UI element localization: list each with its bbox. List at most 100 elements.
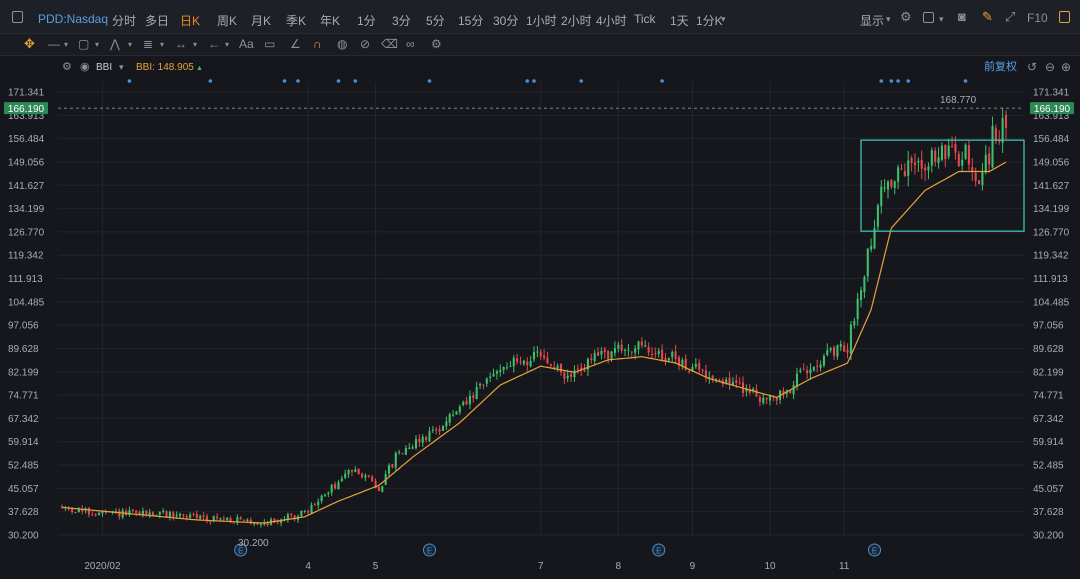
candle-down — [843, 345, 846, 352]
candle-up — [866, 248, 869, 277]
period-tab-monthly[interactable]: 月K — [251, 12, 271, 29]
pencil-icon[interactable]: ✎ — [982, 10, 993, 24]
chevron-down-icon[interactable]: ▾ — [721, 12, 726, 26]
arrow-tool-icon[interactable]: ← — [208, 37, 220, 51]
chevron-down-icon[interactable]: ▾ — [160, 38, 164, 52]
y-tick-label-right: 89.628 — [1033, 344, 1064, 355]
y-tick-label-left: 97.056 — [8, 321, 39, 332]
display-menu[interactable]: 显示 — [860, 12, 884, 29]
period-tab-15min[interactable]: 15分 — [458, 12, 483, 29]
candle-down — [630, 351, 633, 353]
period-tab-quarterly[interactable]: 季K — [286, 12, 306, 29]
candle-up — [455, 411, 458, 415]
period-tab-1minK[interactable]: 1分K — [696, 12, 723, 29]
period-tab-yearly[interactable]: 年K — [320, 12, 340, 29]
sidebar-toggle-icon[interactable] — [12, 11, 23, 23]
candle-up — [644, 345, 647, 347]
indicator-name[interactable]: BBI — [96, 62, 112, 73]
chevron-down-icon[interactable]: ▾ — [95, 38, 99, 52]
line-tool-icon[interactable]: — — [48, 37, 60, 51]
candle-up — [694, 364, 697, 367]
magnet-icon[interactable]: ∩ — [313, 37, 322, 51]
price-chart-area[interactable]: 171.341 171.341 163.913 163.913 156.484 156.4… — [0, 56, 1080, 579]
move-cross-icon[interactable]: ✥ — [24, 37, 35, 51]
period-tab-30min[interactable]: 30分 — [493, 12, 518, 29]
chevron-down-icon[interactable]: ▾ — [128, 38, 132, 52]
period-tab-weekly[interactable]: 周K — [217, 12, 237, 29]
period-tab-timeshare[interactable]: 分时 — [112, 12, 136, 29]
dividend-dot — [532, 79, 536, 83]
candle-down — [688, 370, 691, 372]
undo-icon[interactable]: ↺ — [1027, 60, 1037, 74]
pattern-tool-icon[interactable]: ⋀ — [110, 37, 120, 51]
hide-icon[interactable]: ⊘ — [360, 37, 370, 51]
panel-toggle-icon[interactable] — [1059, 11, 1070, 23]
candle-up — [303, 510, 306, 512]
candle-down — [165, 511, 168, 517]
drawing-settings-icon[interactable]: ⚙ — [431, 37, 442, 51]
candle-up — [74, 512, 77, 514]
period-tab-3min[interactable]: 3分 — [392, 12, 411, 29]
period-tab-1min[interactable]: 1分 — [357, 12, 376, 29]
candle-down — [266, 523, 269, 526]
period-tab-4hour[interactable]: 4小时 — [596, 12, 627, 29]
candle-up — [853, 320, 856, 326]
camera-icon[interactable]: ◙ — [958, 10, 966, 24]
chevron-down-icon[interactable]: ▾ — [64, 38, 68, 52]
period-tab-1hour[interactable]: 1小时 — [526, 12, 557, 29]
price-tag-left: 166.190 — [8, 104, 45, 115]
adjust-mode-button[interactable]: 前复权 — [984, 59, 1017, 73]
candle-down — [438, 429, 441, 432]
candle-down — [570, 374, 573, 377]
candle-up — [445, 421, 448, 427]
dividend-dot — [889, 79, 894, 83]
y-tick-label-right: 156.484 — [1033, 134, 1070, 145]
candle-up — [812, 366, 815, 371]
x-tick-label: 7 — [538, 561, 544, 572]
zoom-out-icon[interactable]: ⊖ — [1045, 60, 1055, 74]
layers-icon[interactable]: ◍ — [337, 37, 347, 51]
symbol-selector[interactable]: PDD:Nasdaq — [38, 12, 108, 26]
period-tab-1day[interactable]: 1天 — [670, 12, 689, 29]
dividend-dot — [208, 79, 213, 83]
chevron-down-icon[interactable]: ▾ — [225, 38, 229, 52]
chevron-down-icon[interactable]: ▾ — [939, 12, 944, 26]
chevron-down-icon[interactable]: ▾ — [193, 38, 197, 52]
eye-icon[interactable]: ◉ — [80, 61, 90, 73]
period-tab-multiday[interactable]: 多日 — [145, 12, 169, 29]
rectangle-tool-icon[interactable]: ▢ — [78, 37, 89, 51]
period-tab-daily[interactable]: 日K — [180, 12, 200, 29]
period-tab-5min[interactable]: 5分 — [426, 12, 445, 29]
candle-down — [563, 372, 566, 379]
chevron-down-icon[interactable]: ▾ — [886, 12, 891, 26]
candle-up — [364, 475, 367, 478]
candle-down — [118, 510, 121, 517]
candle-up — [505, 367, 509, 369]
candle-up — [947, 145, 950, 157]
comment-tool-icon[interactable]: ▭ — [264, 37, 275, 51]
candlestick-chart[interactable]: 171.341 171.341163.913 163.913156.484 156.4… — [0, 56, 1080, 579]
y-tick-label-right: 59.914 — [1033, 437, 1064, 448]
text-tool-icon[interactable]: Aa — [239, 37, 254, 51]
candle-up — [529, 361, 532, 367]
chevron-down-icon[interactable]: ▾ — [119, 62, 124, 72]
trash-icon[interactable]: ⌫ — [381, 37, 398, 51]
candle-up — [468, 395, 471, 405]
period-tab-2hour[interactable]: 2小时 — [561, 12, 592, 29]
angle-tool-icon[interactable]: ∠ — [290, 37, 301, 51]
f10-button[interactable]: F10 — [1027, 11, 1048, 25]
period-tab-tick[interactable]: Tick — [634, 12, 656, 26]
dividend-dot — [660, 79, 664, 83]
measure-tool-icon[interactable]: ↔ — [175, 37, 187, 51]
gear-icon[interactable]: ⚙ — [62, 61, 72, 73]
fullscreen-icon[interactable]: ⤢ — [1005, 10, 1015, 24]
link-icon[interactable]: ∞ — [406, 37, 415, 51]
x-tick-label: 10 — [764, 561, 776, 572]
fibonacci-tool-icon[interactable]: ≣ — [143, 37, 153, 51]
zoom-in-icon[interactable]: ⊕ — [1061, 60, 1071, 74]
top-toolbar: PDD:Nasdaq 分时 多日 日K 周K 月K 季K 年K 1分 3分 5分… — [0, 0, 1080, 34]
checkbox-icon[interactable] — [923, 12, 934, 23]
candle-down — [371, 476, 374, 481]
gear-icon[interactable]: ⚙ — [900, 10, 912, 24]
y-tick-label-right: 82.199 — [1033, 367, 1064, 378]
